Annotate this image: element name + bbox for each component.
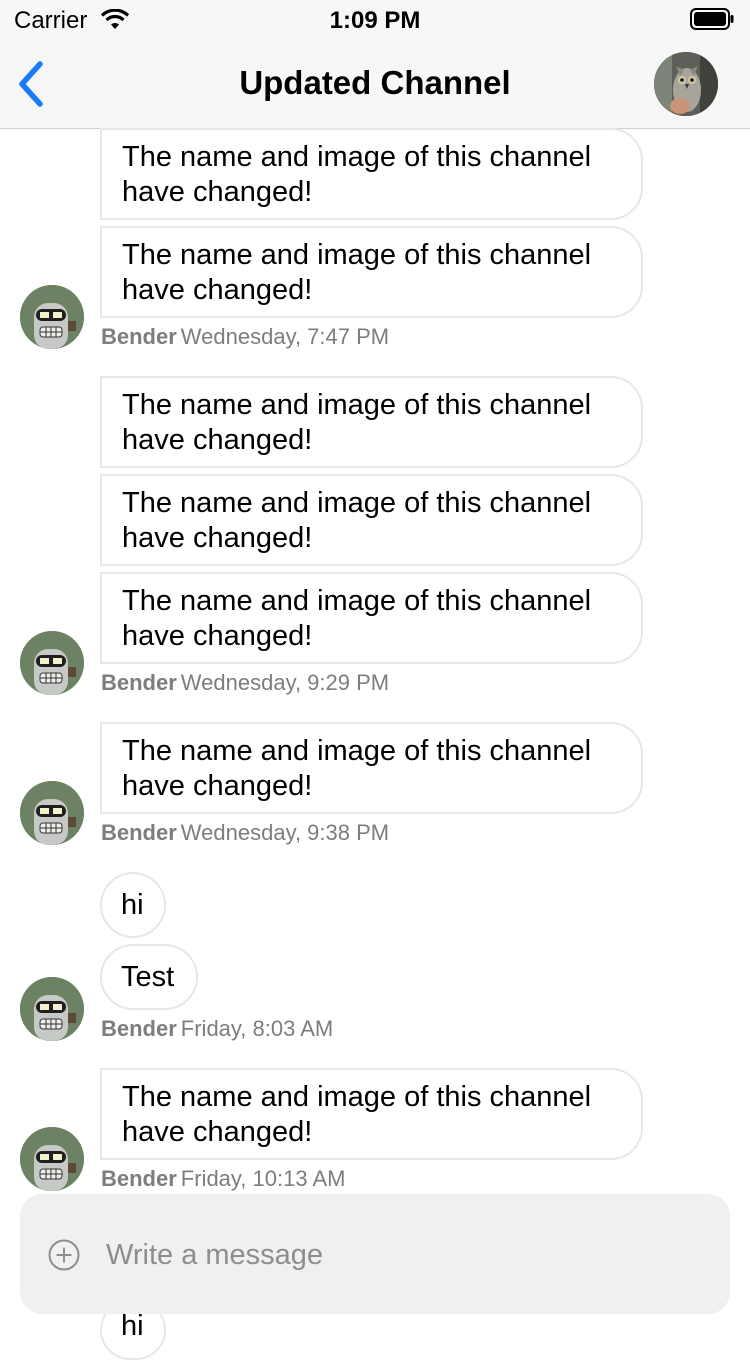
message-bubble[interactable]: The name and image of this channel have … [100, 128, 643, 220]
message-meta: Bender Wednesday, 9:38 PM [101, 820, 389, 846]
message-text: The name and image of this channel have … [122, 389, 592, 456]
message-text: The name and image of this channel have … [122, 487, 592, 554]
message-meta: Bender Wednesday, 9:29 PM [101, 670, 389, 696]
message-bubble[interactable]: The name and image of this channel have … [100, 572, 643, 664]
message-text: Test [121, 961, 175, 993]
bender-avatar-image [20, 977, 84, 1041]
add-attachment-button[interactable] [48, 1239, 80, 1271]
status-bar: Carrier 1:09 PM [0, 0, 750, 40]
author-name: Bender [101, 670, 177, 695]
author-name: Bender [101, 820, 177, 845]
navigation-bar: Updated Channel [0, 40, 750, 129]
author-name: Bender [101, 1016, 177, 1041]
avatar[interactable] [20, 977, 84, 1041]
message-text: The name and image of this channel have … [122, 1081, 592, 1148]
message-text: The name and image of this channel have … [122, 585, 592, 652]
timestamp: Friday, 10:13 AM [180, 1166, 346, 1191]
message-meta: Bender Wednesday, 7:47 PM [101, 324, 389, 350]
channel-avatar[interactable] [654, 52, 718, 116]
message-text: The name and image of this channel have … [122, 141, 592, 208]
battery-icon [690, 8, 734, 30]
owl-image [654, 52, 718, 116]
message-bubble[interactable]: The name and image of this channel have … [100, 376, 643, 468]
message-bubble[interactable]: The name and image of this channel have … [100, 226, 643, 318]
message-bubble[interactable]: The name and image of this channel have … [100, 722, 643, 814]
timestamp: Wednesday, 9:29 PM [180, 670, 390, 695]
bender-avatar-image [20, 1127, 84, 1191]
message-meta: Bender Friday, 10:13 AM [101, 1166, 345, 1192]
avatar[interactable] [20, 781, 84, 845]
message-input[interactable] [104, 1234, 688, 1276]
back-button[interactable] [10, 58, 58, 110]
message-meta: Bender Friday, 8:03 AM [101, 1016, 333, 1042]
message-bubble[interactable]: The name and image of this channel have … [100, 1068, 643, 1160]
timestamp: Friday, 8:03 AM [180, 1016, 334, 1041]
bender-avatar-image [20, 781, 84, 845]
message-bubble[interactable]: The name and image of this channel have … [100, 474, 643, 566]
avatar[interactable] [20, 631, 84, 695]
message-text: The name and image of this channel have … [122, 239, 592, 306]
plus-circle-icon [48, 1239, 80, 1271]
timestamp: Wednesday, 9:38 PM [180, 820, 390, 845]
message-text: The name and image of this channel have … [122, 735, 592, 802]
avatar[interactable] [20, 285, 84, 349]
message-bubble[interactable]: hi [100, 872, 166, 938]
message-bubble[interactable]: Test [100, 944, 198, 1010]
avatar[interactable] [20, 1127, 84, 1191]
message-text: hi [121, 889, 144, 921]
author-name: Bender [101, 1166, 177, 1191]
message-composer [20, 1194, 730, 1314]
clock: 1:09 PM [329, 7, 421, 34]
timestamp: Wednesday, 7:47 PM [180, 324, 390, 349]
chevron-left-icon [19, 61, 43, 107]
author-name: Bender [101, 324, 177, 349]
channel-title: Updated Channel [239, 64, 511, 101]
bender-avatar-image [20, 285, 84, 349]
bender-avatar-image [20, 631, 84, 695]
message-text: hi [121, 1310, 144, 1342]
